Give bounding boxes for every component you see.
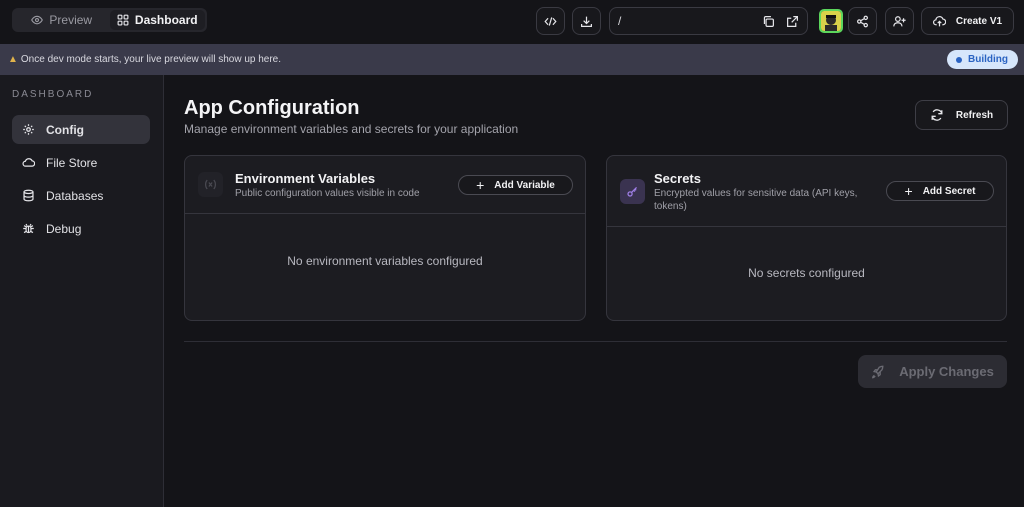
view-toggle: Preview Dashboard [12,8,207,32]
sidebar-item-file-store[interactable]: File Store [12,148,150,177]
eye-icon [31,15,44,25]
env-variables-description: Public configuration values visible in c… [235,188,420,199]
secrets-title: Secrets [654,171,701,186]
sidebar-item-label: Config [46,122,84,137]
add-secret-label: Add Secret [922,185,976,197]
sidebar-item-label: File Store [46,155,98,170]
sidebar-item-config[interactable]: Config [12,115,150,144]
sidebar-item-debug[interactable]: Debug [12,214,150,243]
refresh-button[interactable]: Refresh [915,100,1008,130]
top-bar: Preview Dashboard / Create V1 [0,0,1024,44]
sidebar-title: DASHBOARD [12,89,94,100]
code-icon [544,16,557,26]
secrets-card: Secrets Encrypted values for sensitive d… [606,155,1007,321]
page-subtitle: Manage environment variables and secrets… [184,122,519,136]
download-icon [581,16,592,27]
status-badge: Building [947,50,1018,69]
key-icon [620,179,645,204]
database-icon [23,189,34,202]
secrets-empty-state: No secrets configured [748,266,865,280]
create-version-label: Create V1 [955,15,1003,27]
share-button[interactable] [848,7,877,35]
copy-icon[interactable] [761,14,775,28]
divider [184,341,1007,342]
avatar[interactable] [819,9,843,33]
tab-dashboard[interactable]: Dashboard [109,10,205,30]
sidebar-item-databases[interactable]: Databases [12,181,150,210]
add-variable-button[interactable]: + Add Variable [458,175,573,195]
variable-icon [198,172,223,197]
url-text: / [618,14,622,28]
dev-mode-banner: ▲ Once dev mode starts, your live previe… [0,44,1024,75]
bug-icon [23,223,34,234]
invite-user-button[interactable] [885,7,914,35]
external-link-icon[interactable] [785,14,799,28]
code-button[interactable] [536,7,565,35]
apply-changes-label: Apply Changes [899,364,994,379]
tab-preview[interactable]: Preview [14,10,110,30]
url-bar[interactable]: / [609,7,808,35]
share-icon [857,15,868,27]
rocket-icon [872,365,884,378]
refresh-label: Refresh [955,109,994,121]
cloud-upload-icon [932,15,946,26]
plus-icon: + [904,183,913,199]
construction-icon: ▲ [8,54,18,65]
avatar-image [821,11,841,31]
secrets-header: Secrets Encrypted values for sensitive d… [607,156,1006,227]
plus-icon: + [476,177,485,193]
gear-icon [23,124,34,135]
download-button[interactable] [572,7,601,35]
tab-dashboard-label: Dashboard [134,13,198,27]
cloud-icon [22,158,35,167]
env-variables-header: Environment Variables Public configurati… [185,156,585,214]
add-variable-label: Add Variable [494,179,555,191]
sidebar-item-label: Debug [46,221,82,236]
tab-preview-label: Preview [49,13,93,27]
status-label: Building [968,54,1008,65]
env-variables-title: Environment Variables [235,171,376,186]
refresh-icon [931,109,943,121]
user-plus-icon [893,15,906,26]
env-variables-card: Environment Variables Public configurati… [184,155,586,321]
secrets-description: Encrypted values for sensitive data (API… [654,188,858,212]
apply-changes-button[interactable]: Apply Changes [858,355,1007,388]
status-dot-icon [956,56,962,63]
banner-message: Once dev mode starts, your live preview … [20,54,282,65]
sidebar: DASHBOARD Config File Store Databases De… [0,75,164,507]
env-variables-empty-state: No environment variables configured [287,254,483,268]
page-title: App Configuration [184,97,360,119]
sidebar-item-label: Databases [46,188,104,203]
grid-icon [117,14,129,26]
add-secret-button[interactable]: + Add Secret [886,181,994,201]
create-version-button[interactable]: Create V1 [921,7,1014,35]
